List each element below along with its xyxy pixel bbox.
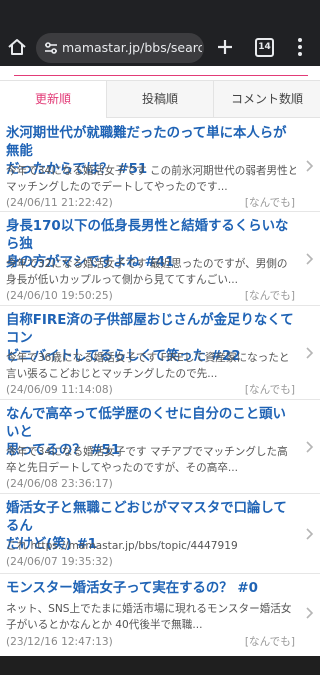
chevron-right-icon [306, 441, 314, 453]
topic-list-item[interactable]: 自称FIRE済の子供部屋おじさんが金足りなくてコン ビニバイトしてるらしくて笑った… [0, 306, 320, 400]
topic-category: [なんでも] [244, 290, 295, 302]
topic-list-item[interactable]: 婚活女子と無職こどおじがママスタで口論してるん だけど(笑) #1 これ http… [0, 494, 320, 574]
divider [14, 75, 308, 76]
system-navigation-bar [0, 656, 320, 675]
topic-excerpt: 今年で32になる婚活女子です 最近思ったのですが、男側の [6, 258, 288, 270]
chevron-right-icon [306, 528, 314, 540]
topic-date: (23/12/16 12:47:13) [6, 636, 113, 648]
topic-list-item[interactable]: なんで高卒って低学歴のくせに自分のこと頭いいと 思ってるの？ #51 今年で34に… [0, 400, 320, 494]
chevron-right-icon [306, 160, 314, 172]
topic-title[interactable]: モンスター婚活女子って実在するの？ #0 [6, 580, 296, 598]
topic-excerpt: ネット、SNS上でたまに婚活市場に現れるモンスター婚活女 [6, 603, 292, 615]
sort-tabs: 更新順 投稿順 コメント数順 [0, 80, 320, 118]
page-content: 更新順 投稿順 コメント数順 氷河期世代が就職難だったのって単に本人らが無能 だっ… [0, 66, 320, 656]
topic-date: (24/06/09 11:14:08) [6, 384, 113, 396]
address-bar[interactable]: mamastar.jp/bbs/search [36, 33, 204, 63]
topic-date: (24/06/11 21:22:42) [6, 197, 113, 209]
new-tab-icon[interactable] [214, 36, 236, 58]
topic-excerpt: 子がいるとかなんとか 40代後半で無職... [6, 619, 203, 631]
tab-switcher-button[interactable]: 14 [255, 38, 274, 57]
topic-date: (24/06/10 19:50:25) [6, 290, 113, 302]
browser-toolbar: mamastar.jp/bbs/search 14 [0, 0, 320, 66]
topic-category: [なんでも] [244, 384, 295, 396]
topic-excerpt: 言い張るこどおじとマッチングしたので先... [6, 368, 218, 380]
topic-excerpt: 今年で36歳になる婚活女子です FIREして資産家になったと [6, 352, 290, 364]
topic-excerpt: 今年で34になる婚活女子です この前氷河期世代の弱者男性と [6, 165, 296, 177]
site-settings-icon[interactable] [42, 39, 60, 57]
topic-category: [なんでも] [244, 197, 295, 209]
topic-category: [なんでも] [244, 636, 295, 648]
topic-excerpt: 身長が低いカップルって側から見ててすんごい... [6, 274, 239, 286]
topic-excerpt: 卒と先日デートしてやったのですが、その高卒... [6, 462, 239, 474]
more-menu-icon[interactable] [292, 36, 308, 58]
topic-date: (24/06/08 23:36:17) [6, 478, 113, 490]
home-icon[interactable] [6, 36, 28, 58]
url-text: mamastar.jp/bbs/search [62, 40, 202, 55]
topic-date: (24/06/07 19:35:32) [6, 556, 113, 568]
chevron-right-icon [306, 253, 314, 265]
tab-sort-posted[interactable]: 投稿順 [107, 81, 214, 118]
topic-list-item[interactable]: 氷河期世代が就職難だったのって単に本人らが無能 だったからでは？ #51 今年で3… [0, 119, 320, 212]
topic-excerpt: マッチングしたのでデートしてやったのです... [6, 181, 228, 193]
topic-list-item[interactable]: 身長170以下の低身長男性と結婚するくらいなら独 身の方がマシですよね #41 今… [0, 212, 320, 306]
tab-sort-updated[interactable]: 更新順 [0, 81, 107, 118]
topic-excerpt: これ https://mamastar.jp/bbs/topic/4447919 [6, 540, 238, 552]
topic-list-item[interactable]: モンスター婚活女子って実在するの？ #0 ネット、SNS上でたまに婚活市場に現れ… [0, 574, 320, 656]
tab-sort-comments[interactable]: コメント数順 [214, 81, 320, 118]
topic-excerpt: 今年で34になる婚活女子です マチアプでマッチングした高 [6, 446, 288, 458]
chevron-right-icon [306, 347, 314, 359]
chevron-right-icon [306, 607, 314, 619]
